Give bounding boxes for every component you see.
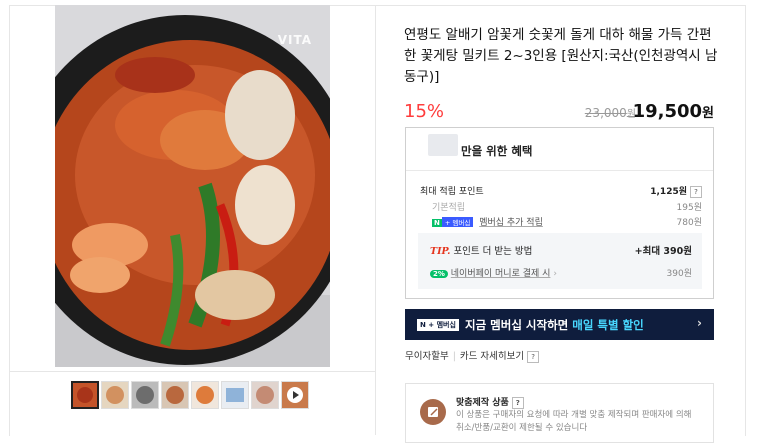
naverpay-money-link[interactable]: 네이버페이 머니로 결제 시 bbox=[451, 269, 551, 279]
tip-max: +최대 390원 bbox=[634, 246, 692, 257]
original-price: 23,000원 bbox=[584, 106, 636, 120]
product-title: 연평도 알배기 암꽃게 숫꽃게 돌게 대하 해물 가득 간편한 꽃게탕 밀키트 … bbox=[404, 27, 718, 85]
custom-order-desc: 이 상품은 구매자의 요청에 따라 개별 맞춤 제작되며 판매자에 의해 취소/… bbox=[456, 410, 692, 433]
benefit-box: 만을 위한 혜택 최대 적립 포인트 1,125원? 기본적립 195원 N + … bbox=[405, 127, 714, 299]
tip-text: 포인트 더 받는 방법 bbox=[453, 246, 533, 257]
discount-rate: 15% bbox=[404, 101, 445, 122]
final-price: 19,500원 bbox=[632, 101, 714, 122]
chevron-right-icon: › bbox=[553, 269, 557, 279]
benefit-title: 만을 위한 혜택 bbox=[461, 144, 533, 158]
benefit-header: 만을 위한 혜택 bbox=[406, 128, 713, 171]
main-product-image[interactable]: VITA bbox=[55, 5, 330, 367]
max-points-label: 최대 적립 포인트 bbox=[420, 187, 484, 197]
image-gallery: VITA bbox=[9, 5, 376, 435]
membership-badge: + 멤버십 bbox=[441, 217, 474, 227]
membership-banner-badge: N + 멤버십 bbox=[417, 319, 459, 331]
membership-extra-link[interactable]: 멤버십 추가 적립 bbox=[479, 218, 543, 228]
card-links: 무이자할부 | 카드 자세히보기? bbox=[405, 348, 540, 363]
naver-n-icon: N bbox=[432, 219, 442, 227]
product-info: 연평도 알배기 암꽃게 숫꽃게 돌게 대하 해물 가득 간편한 꽃게탕 밀키트 … bbox=[376, 5, 744, 443]
pencil-icon bbox=[420, 399, 446, 425]
thumbnail-3[interactable] bbox=[131, 381, 159, 409]
custom-order-notice: 맞춤제작 상품? 이 상품은 구매자의 요청에 따라 개별 맞춤 제작되며 판매… bbox=[405, 383, 714, 443]
pay-points-value: 390원 bbox=[666, 269, 692, 279]
basic-points-row: 기본적립 195원 bbox=[420, 200, 702, 213]
thumbnail-strip bbox=[9, 371, 375, 436]
question-icon[interactable]: ? bbox=[511, 396, 524, 409]
interest-free-link[interactable]: 무이자할부 bbox=[405, 351, 449, 362]
banner-text: 지금 멤버십 시작하면 bbox=[465, 318, 569, 332]
membership-points-row: N + 멤버십 멤버십 추가 적립 780원 bbox=[420, 215, 702, 228]
thumbnail-7[interactable] bbox=[251, 381, 279, 409]
membership-points-value: 780원 bbox=[676, 218, 702, 228]
question-icon[interactable]: ? bbox=[690, 185, 702, 198]
chevron-right-icon: › bbox=[697, 316, 702, 330]
basic-points-label: 기본적립 bbox=[432, 203, 466, 213]
blurred-user-name bbox=[428, 134, 458, 156]
naver-pay-icon: 2% bbox=[430, 270, 448, 278]
thumbnail-1[interactable] bbox=[71, 381, 99, 409]
thumbnail-6[interactable] bbox=[221, 381, 249, 409]
max-points-value: 1,125원 bbox=[650, 187, 687, 197]
question-icon[interactable]: ? bbox=[527, 350, 540, 363]
stew-photo bbox=[55, 5, 330, 367]
thumbnail-4[interactable] bbox=[161, 381, 189, 409]
membership-banner[interactable]: N + 멤버십 지금 멤버십 시작하면 매일 특별 할인 › bbox=[405, 309, 714, 340]
price-row: 15% 23,000원 19,500원 bbox=[404, 101, 716, 127]
watermark-logo: VITA bbox=[277, 33, 312, 47]
custom-order-title: 맞춤제작 상품? bbox=[456, 395, 524, 409]
tip-box: TIP. 포인트 더 받는 방법 +최대 390원 2% 네이버페이 머니로 결… bbox=[418, 233, 702, 289]
tip-label: TIP. bbox=[430, 246, 451, 257]
banner-accent-text: 매일 특별 할인 bbox=[572, 318, 644, 332]
card-details-link[interactable]: 카드 자세히보기 bbox=[460, 351, 524, 362]
thumbnail-2[interactable] bbox=[101, 381, 129, 409]
max-points-row: 최대 적립 포인트 1,125원? bbox=[420, 184, 702, 198]
thumbnail-video[interactable] bbox=[281, 381, 309, 409]
thumbnail-5[interactable] bbox=[191, 381, 219, 409]
basic-points-value: 195원 bbox=[676, 203, 702, 213]
